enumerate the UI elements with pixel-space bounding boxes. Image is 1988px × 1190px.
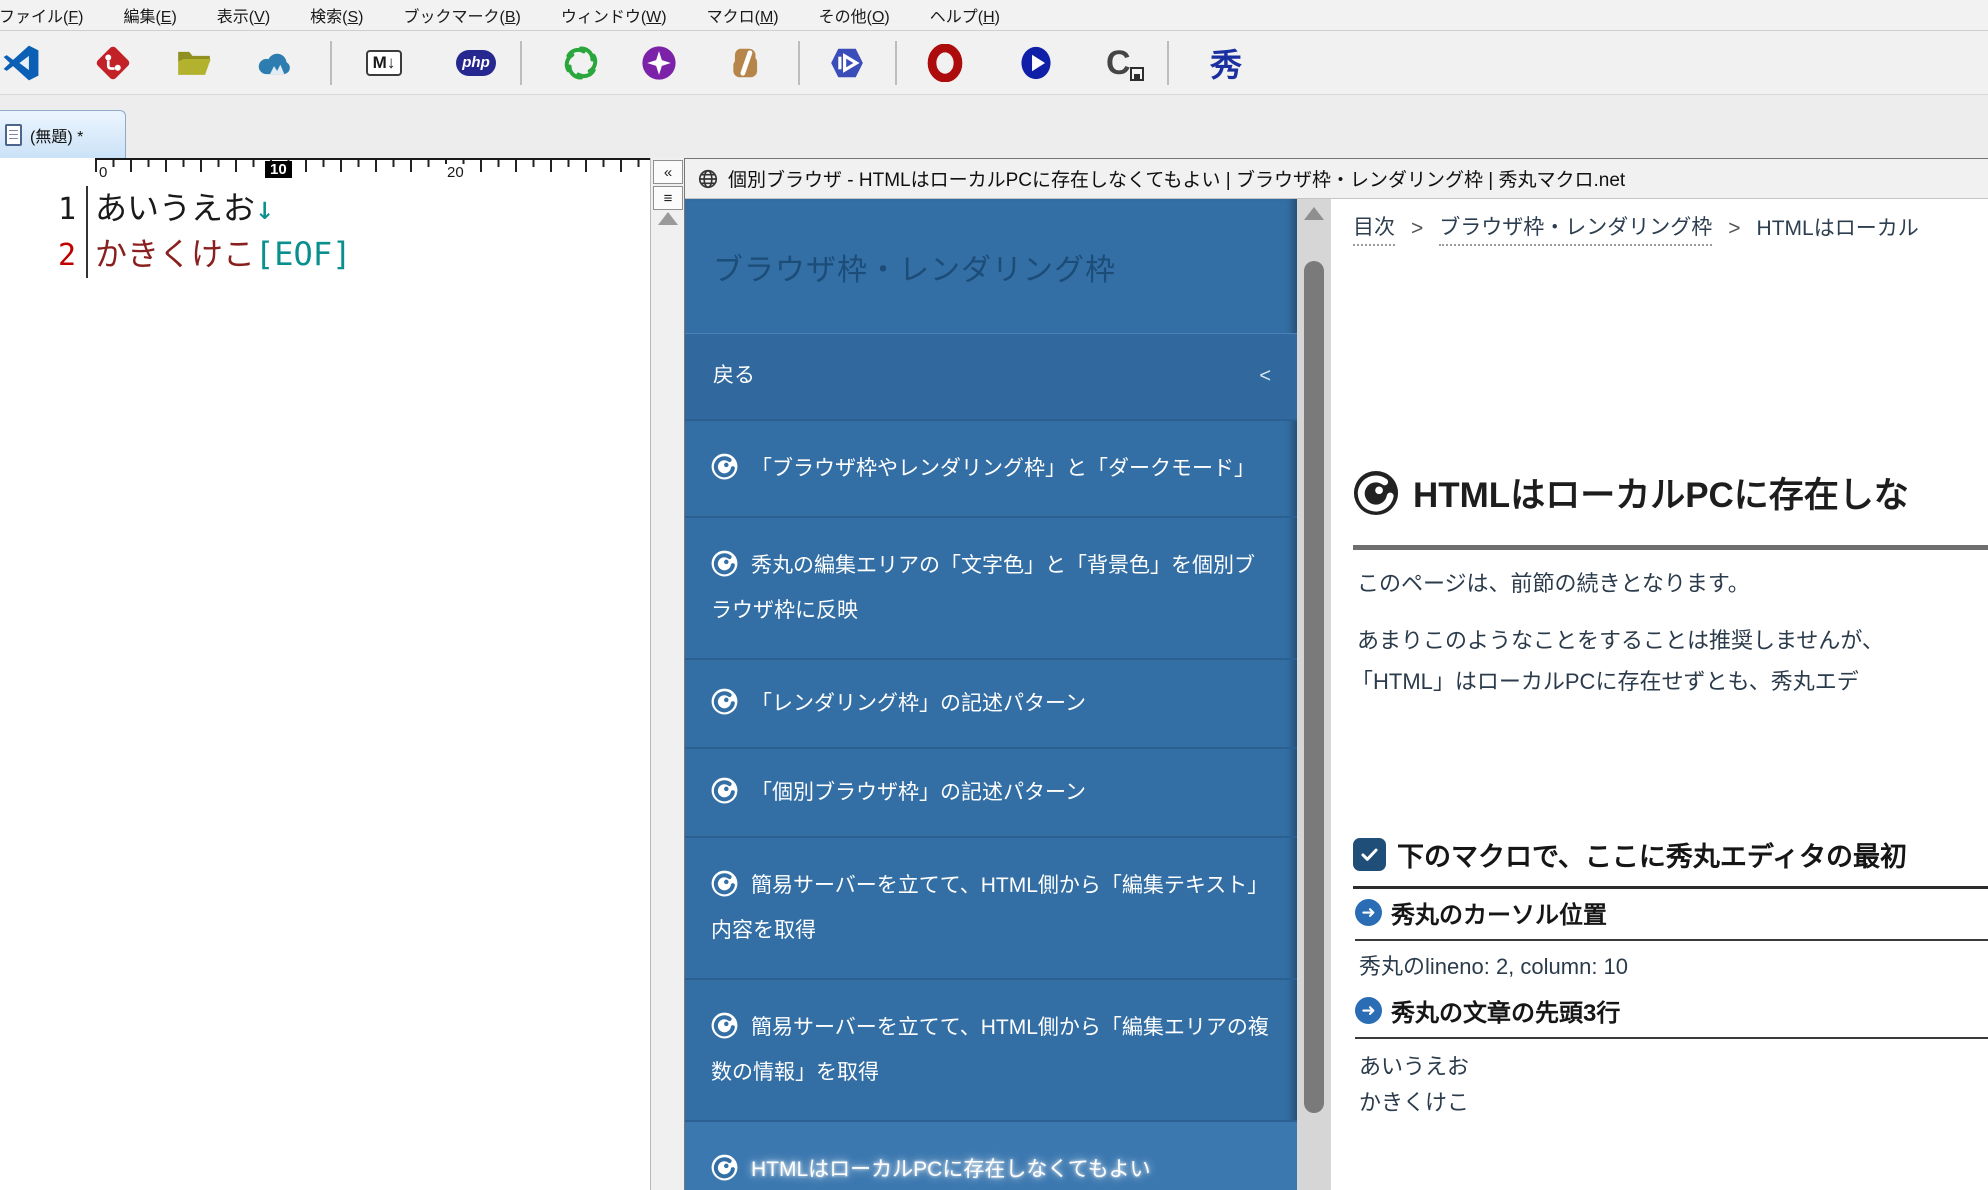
newline-mark: ↓ xyxy=(255,189,274,227)
tab-bar: (無題) * xyxy=(0,95,1988,158)
line-number: 1 xyxy=(0,192,86,227)
openai-icon[interactable] xyxy=(561,43,601,83)
document-text-line: かきくけこ xyxy=(1359,1085,1469,1117)
document-icon xyxy=(5,124,22,146)
site-logo-icon xyxy=(1353,470,1399,516)
site-logo-icon xyxy=(711,870,738,897)
eof-mark: [EOF] xyxy=(255,235,351,273)
toolbar-separator xyxy=(330,41,332,85)
site-logo-icon xyxy=(711,777,738,804)
play-icon[interactable] xyxy=(1016,43,1056,83)
outline-list-button[interactable]: ≡ xyxy=(653,186,683,210)
ruler: 0 10 20 xyxy=(95,158,650,186)
menu-file[interactable]: ファイル(F) xyxy=(0,3,96,27)
toolbar-separator xyxy=(798,41,800,85)
sidebar-item-3[interactable]: 「レンダリング枠」の記述パターン xyxy=(685,658,1297,747)
browser-title-text: 個別ブラウザ - HTMLはローカルPCに存在しなくてもよい | ブラウザ枠・レ… xyxy=(728,165,1625,192)
collapse-chevron-icon[interactable]: < xyxy=(1259,334,1271,418)
line-text: かきくけこ xyxy=(95,235,255,273)
breadcrumb-separator: > xyxy=(1728,217,1740,241)
document-text-line: あいうえお xyxy=(1359,1049,1469,1081)
paragraph: 「HTML」はローカルPCに存在せずとも、秀丸エデ xyxy=(1351,664,1859,696)
folder-icon[interactable] xyxy=(174,43,214,83)
sidebar-item-5[interactable]: 簡易サーバーを立てて、HTML側から「編集テキスト」内容を取得 xyxy=(685,836,1297,978)
menu-edit[interactable]: 編集(E) xyxy=(110,3,189,27)
ruler-label-20: 20 xyxy=(445,164,466,181)
editor-line-1[interactable]: 1 あいうえお↓ xyxy=(0,186,650,232)
menu-macro[interactable]: マクロ(M) xyxy=(694,3,792,27)
markdown-icon[interactable]: M↓ xyxy=(364,43,404,83)
site-sidebar: ブラウザ枠・レンダリング枠 < 戻る 「ブラウザ枠やレンダリング枠」と「ダークモ… xyxy=(685,199,1297,1190)
sidebar-scrollbar[interactable] xyxy=(1297,199,1331,1190)
page-content: 目次 > ブラウザ枠・レンダリング枠 > HTMLはローカル HTMLはローカル… xyxy=(1331,199,1988,1190)
breadcrumb-section-link[interactable]: ブラウザ枠・レンダリング枠 xyxy=(1439,211,1712,246)
menu-view[interactable]: 表示(V) xyxy=(204,3,283,27)
sparkle-icon[interactable] xyxy=(639,43,679,83)
editor-line-2[interactable]: 2 かきくけこ[EOF] xyxy=(0,232,650,278)
php-icon[interactable]: php xyxy=(456,43,496,83)
sidebar-item-2[interactable]: 秀丸の編集エリアの「文字色」と「背景色」を個別ブラウザ枠に反映 xyxy=(685,516,1297,658)
gem-play-icon[interactable] xyxy=(827,43,867,83)
site-logo-icon xyxy=(711,453,738,480)
sidebar-item-1[interactable]: 「ブラウザ枠やレンダリング枠」と「ダークモード」 xyxy=(685,419,1297,516)
sidebar-header: ブラウザ枠・レンダリング枠 xyxy=(685,199,1297,333)
hidemaru-icon[interactable]: 秀 xyxy=(1206,43,1246,83)
menu-bookmark[interactable]: ブックマーク(B) xyxy=(390,3,533,27)
menu-search[interactable]: 検索(S) xyxy=(297,3,376,27)
sidebar-item-4[interactable]: 「個別ブラウザ枠」の記述パターン xyxy=(685,747,1297,836)
page-title: HTMLはローカルPCに存在しな xyxy=(1353,467,1909,518)
macro-section-heading: 下のマクロで、ここに秀丸エディタの最初 xyxy=(1353,835,1988,889)
heading-rule xyxy=(1353,545,1988,550)
cursor-position-value: 秀丸のlineno: 2, column: 10 xyxy=(1359,949,1628,981)
scroll-up-arrow[interactable] xyxy=(1304,207,1324,220)
paragraph: このページは、前節の続きとなります。 xyxy=(1357,566,1750,598)
record-icon[interactable] xyxy=(925,43,965,83)
claude-icon[interactable] xyxy=(726,43,766,83)
globe-icon xyxy=(697,168,719,190)
sidebar-item-6[interactable]: 簡易サーバーを立てて、HTML側から「編集エリアの複数の情報」を取得 xyxy=(685,978,1297,1120)
browser-title-bar: 個別ブラウザ - HTMLはローカルPCに存在しなくてもよい | ブラウザ枠・レ… xyxy=(685,159,1988,199)
scrollbar-thumb[interactable] xyxy=(1304,261,1324,1113)
site-logo-icon xyxy=(711,688,738,715)
tab-label: (無題) * xyxy=(30,123,83,147)
vscode-icon[interactable] xyxy=(1,43,41,83)
sidebar-item-7-active[interactable]: HTMLはローカルPCに存在しなくてもよい xyxy=(685,1120,1297,1190)
site-logo-icon xyxy=(711,1154,738,1181)
cloud-icon[interactable] xyxy=(254,43,294,83)
first-three-lines-heading: ➜ 秀丸の文章の先頭3行 xyxy=(1355,993,1988,1039)
menu-other[interactable]: その他(O) xyxy=(806,3,903,27)
line-number: 2 xyxy=(0,238,86,273)
menu-bar: ファイル(F) 編集(E) 表示(V) 検索(S) ブックマーク(B) ウィンド… xyxy=(0,0,1988,31)
toolbar-separator xyxy=(520,41,522,85)
c-save-icon[interactable]: C xyxy=(1103,43,1143,83)
ruler-label-0: 0 xyxy=(97,164,109,181)
menu-help[interactable]: ヘルプ(H) xyxy=(917,3,1013,27)
menu-window[interactable]: ウィンドウ(W) xyxy=(548,3,680,27)
editor-scrollbar[interactable]: « ≡ xyxy=(650,158,684,1190)
tab-scroll-button[interactable]: « xyxy=(653,160,683,184)
arrow-circle-icon: ➜ xyxy=(1355,997,1382,1024)
breadcrumb: 目次 > ブラウザ枠・レンダリング枠 > HTMLはローカル xyxy=(1353,211,1919,246)
paragraph: あまりこのようなことをすることは推奨しませんが、 xyxy=(1357,623,1884,655)
git-icon[interactable] xyxy=(93,43,133,83)
line-text: あいうえお xyxy=(95,189,255,227)
floppy-icon xyxy=(1130,67,1144,81)
site-logo-icon xyxy=(711,550,738,577)
cursor-position-heading: ➜ 秀丸のカーソル位置 xyxy=(1355,895,1988,941)
sidebar-back-button[interactable]: < 戻る xyxy=(685,333,1297,419)
site-logo-icon xyxy=(711,1012,738,1039)
editor-pane[interactable]: 0 10 20 1 あいうえお↓ 2 かきくけこ[EOF] xyxy=(0,158,650,1190)
breadcrumb-separator: > xyxy=(1411,217,1423,241)
ruler-cursor-column-marker: 10 xyxy=(265,161,292,178)
toolbar-separator xyxy=(1167,41,1169,85)
checkbox-icon xyxy=(1353,838,1386,871)
browser-pane: 個別ブラウザ - HTMLはローカルPCに存在しなくてもよい | ブラウザ枠・レ… xyxy=(684,158,1988,1190)
breadcrumb-current: HTMLはローカル xyxy=(1757,212,1919,245)
toolbar-separator xyxy=(895,41,897,85)
breadcrumb-toc-link[interactable]: 目次 xyxy=(1353,211,1395,246)
arrow-circle-icon: ➜ xyxy=(1355,899,1382,926)
toolbar: M↓ php C 秀 xyxy=(0,31,1988,95)
scroll-up-arrow[interactable] xyxy=(658,212,678,225)
tab-untitled[interactable]: (無題) * xyxy=(0,110,126,158)
